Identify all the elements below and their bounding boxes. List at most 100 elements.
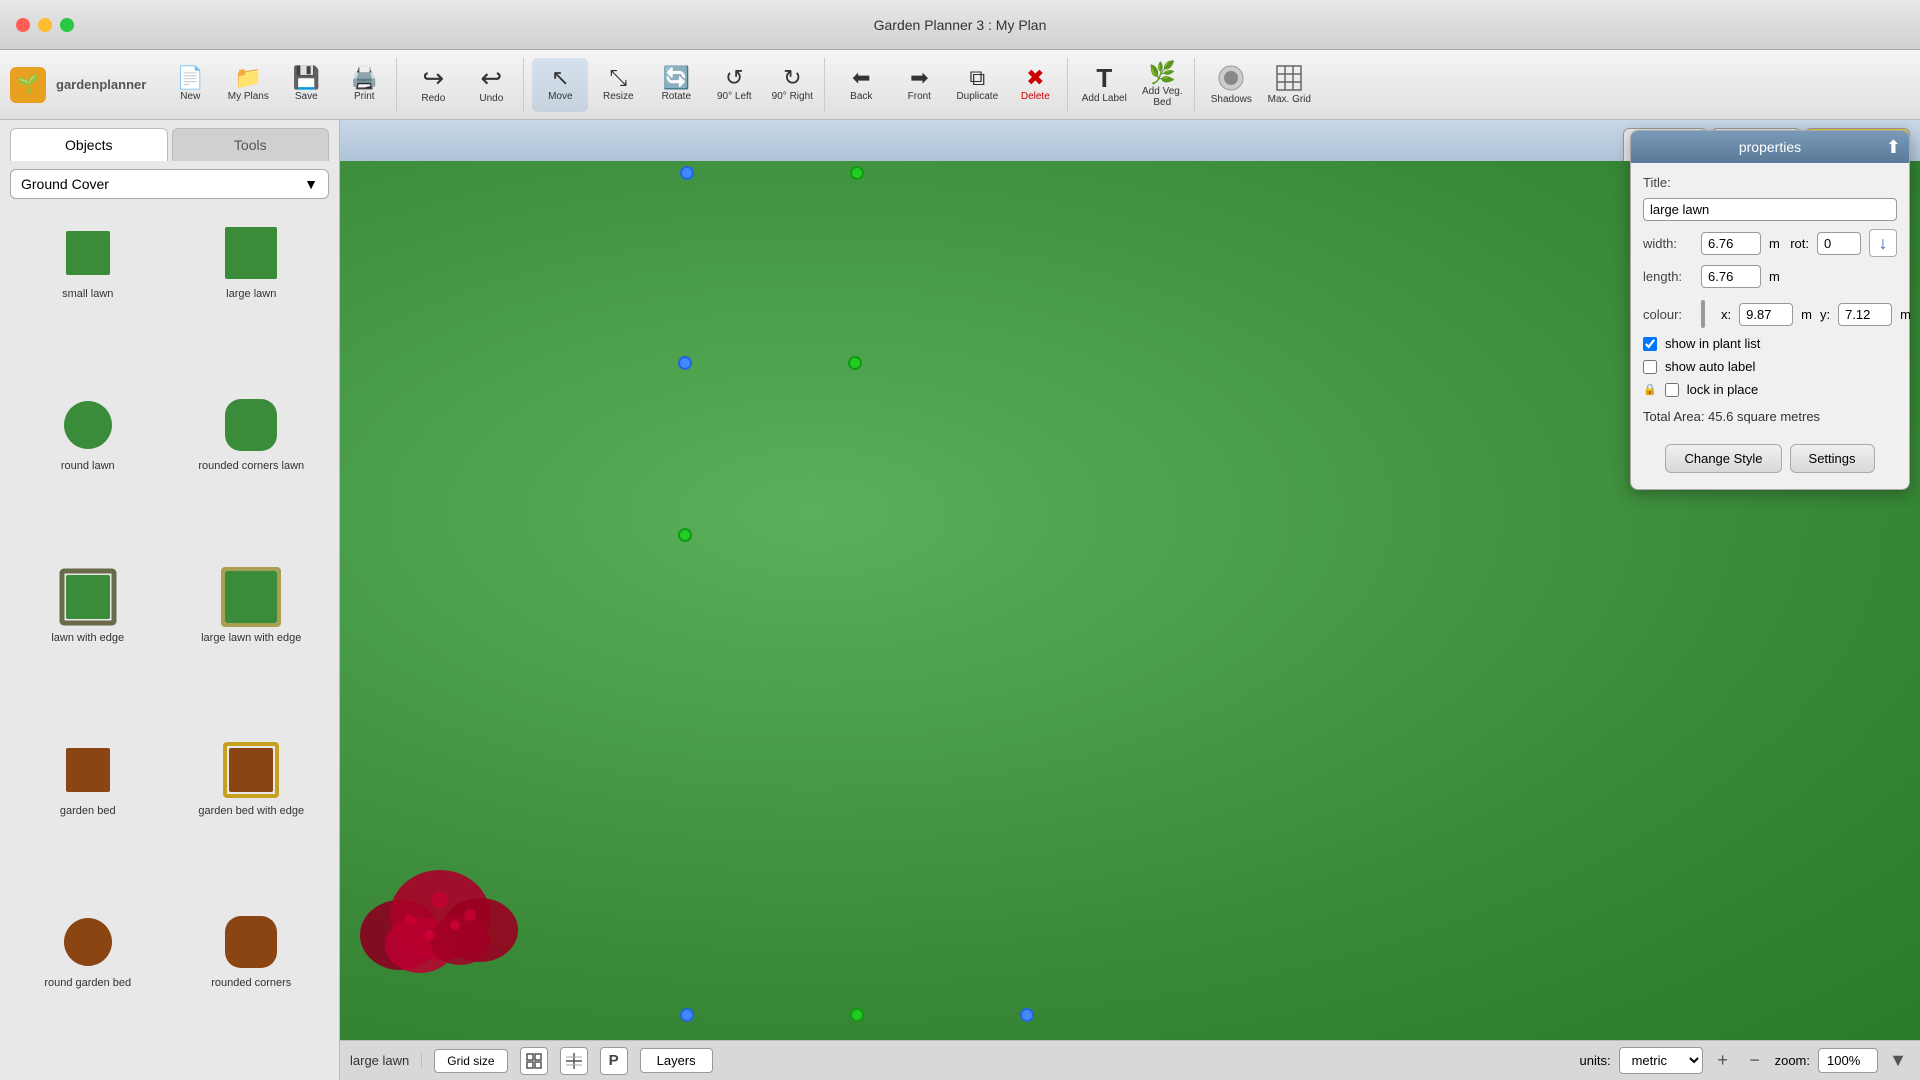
- tab-objects[interactable]: Objects: [10, 128, 168, 161]
- window-title: Garden Planner 3 : My Plan: [874, 17, 1047, 33]
- control-point-bottom-center[interactable]: [680, 1008, 694, 1022]
- list-item[interactable]: large lawn: [172, 215, 332, 383]
- maximize-button[interactable]: [60, 18, 74, 32]
- add-group: T Add Label 🌿 Add Veg. Bed: [1072, 58, 1195, 112]
- grid-size-button[interactable]: Grid size: [434, 1049, 507, 1073]
- list-item[interactable]: rounded corners lawn: [172, 387, 332, 555]
- title-input[interactable]: [1643, 198, 1897, 221]
- rounded-corners-lawn-thumb: [221, 395, 281, 455]
- control-point-bottom-middle[interactable]: [850, 1008, 864, 1022]
- settings-button[interactable]: Settings: [1790, 444, 1875, 473]
- list-item[interactable]: garden bed with edge: [172, 732, 332, 900]
- add-veg-bed-button[interactable]: 🌿 Add Veg. Bed: [1134, 58, 1190, 112]
- lock-in-place-checkbox[interactable]: [1665, 383, 1679, 397]
- max-grid-icon: [1275, 64, 1303, 92]
- round-lawn-thumb: [58, 395, 118, 455]
- object-grid: small lawn large lawn round lawn: [0, 207, 339, 1080]
- zoom-out-button[interactable]: −: [1743, 1049, 1767, 1073]
- myplans-icon: 📁: [235, 67, 262, 89]
- garden-bed-thumb: [58, 740, 118, 800]
- delete-button[interactable]: ✖ Delete: [1007, 58, 1063, 112]
- tab-tools[interactable]: Tools: [172, 128, 330, 161]
- rotation-input[interactable]: [1817, 232, 1861, 255]
- units-select[interactable]: metric imperial: [1619, 1047, 1703, 1074]
- rotate-button[interactable]: 🔄 Rotate: [648, 58, 704, 112]
- list-item[interactable]: large lawn with edge: [172, 559, 332, 727]
- colour-swatch[interactable]: [1701, 300, 1705, 328]
- total-area: Total Area: 45.6 square metres: [1643, 405, 1897, 428]
- undo-button[interactable]: ↩ Undo: [463, 58, 519, 112]
- list-item[interactable]: lawn with edge: [8, 559, 168, 727]
- add-label-button[interactable]: T Add Label: [1076, 58, 1132, 112]
- category-dropdown[interactable]: Ground Cover ▼: [10, 169, 329, 199]
- save-icon: 💾: [293, 67, 320, 89]
- show-auto-label-checkbox[interactable]: [1643, 360, 1657, 374]
- file-toolbar-group: 📄 New 📁 My Plans 💾 Save 🖨️ Print: [158, 58, 397, 112]
- x-input[interactable]: [1739, 303, 1793, 326]
- bottom-bar: large lawn Grid size P Layers: [340, 1040, 1920, 1080]
- show-plant-list-checkbox[interactable]: [1643, 337, 1657, 351]
- control-point-bottom-right[interactable]: [1020, 1008, 1034, 1022]
- layers-button[interactable]: Layers: [640, 1048, 713, 1073]
- props-collapse-button[interactable]: ⬆: [1886, 137, 1901, 158]
- list-item[interactable]: round garden bed: [8, 904, 168, 1072]
- width-input[interactable]: [1701, 232, 1761, 255]
- bottom-right-controls: units: metric imperial + − zoom: 100% ▼: [1580, 1047, 1910, 1074]
- list-item[interactable]: rounded corners: [172, 904, 332, 1072]
- pin-button[interactable]: P: [600, 1047, 628, 1075]
- shadows-button[interactable]: Shadows: [1203, 58, 1259, 112]
- control-point-top-center[interactable]: [680, 166, 694, 180]
- list-item[interactable]: small lawn: [8, 215, 168, 383]
- panel-tabs: Objects Tools: [0, 120, 339, 161]
- myplans-button[interactable]: 📁 My Plans: [220, 58, 276, 112]
- 90right-icon: ↻: [783, 67, 801, 89]
- resize-button[interactable]: ⤡ Resize: [590, 58, 646, 112]
- back-button[interactable]: ⬅ Back: [833, 58, 889, 112]
- control-point-mid-mid[interactable]: [848, 356, 862, 370]
- y-input[interactable]: [1838, 303, 1892, 326]
- redo-button[interactable]: ↪ Redo: [405, 58, 461, 112]
- control-point-mid-right[interactable]: [678, 528, 692, 542]
- colour-row: colour: x: m y: m: [1643, 300, 1897, 328]
- app-logo: 🌱: [10, 67, 46, 103]
- units-label: units:: [1580, 1053, 1611, 1068]
- move-button[interactable]: ↖ Move: [532, 58, 588, 112]
- change-style-button[interactable]: Change Style: [1665, 444, 1781, 473]
- front-icon: ➡: [910, 67, 928, 89]
- round-garden-bed-thumb: [58, 912, 118, 972]
- max-grid-button[interactable]: Max. Grid: [1261, 58, 1317, 112]
- list-item[interactable]: garden bed: [8, 732, 168, 900]
- control-point-mid-left[interactable]: [678, 356, 692, 370]
- duplicate-button[interactable]: ⧉ Duplicate: [949, 58, 1005, 112]
- right-area: design preview notebook: [340, 120, 1920, 1080]
- 90right-button[interactable]: ↻ 90° Right: [764, 58, 820, 112]
- lock-icon: 🔒: [1643, 383, 1657, 396]
- rotate-icon: 🔄: [663, 67, 690, 89]
- shadows-icon: [1217, 64, 1245, 92]
- print-button[interactable]: 🖨️ Print: [336, 58, 392, 112]
- zoom-expand-button[interactable]: ▼: [1886, 1049, 1910, 1073]
- window-controls: [16, 18, 74, 32]
- length-input[interactable]: [1701, 265, 1761, 288]
- minimize-button[interactable]: [38, 18, 52, 32]
- rounded-corners-bed-thumb: [221, 912, 281, 972]
- properties-panel: properties ⬆ Title: width: m rot:: [1630, 130, 1910, 490]
- grid-view-button[interactable]: [520, 1047, 548, 1075]
- transform-group: ↖ Move ⤡ Resize 🔄 Rotate ↺ 90° Left ↻ 90…: [528, 58, 825, 112]
- close-button[interactable]: [16, 18, 30, 32]
- add-veg-bed-icon: 🌿: [1149, 62, 1176, 84]
- back-icon: ⬅: [852, 67, 870, 89]
- front-button[interactable]: ➡ Front: [891, 58, 947, 112]
- dropdown-arrow-icon: ▼: [304, 176, 318, 192]
- garden-bush: [360, 845, 520, 990]
- save-button[interactable]: 💾 Save: [278, 58, 334, 112]
- 90left-button[interactable]: ↺ 90° Left: [706, 58, 762, 112]
- zoom-in-button[interactable]: +: [1711, 1049, 1735, 1073]
- title-bar: Garden Planner 3 : My Plan: [0, 0, 1920, 50]
- rotation-widget[interactable]: ↓: [1869, 229, 1897, 257]
- new-button[interactable]: 📄 New: [162, 58, 218, 112]
- show-plant-list-row: show in plant list: [1643, 336, 1897, 351]
- list-item[interactable]: round lawn: [8, 387, 168, 555]
- control-point-top-right[interactable]: [850, 166, 864, 180]
- grid-dots-button[interactable]: [560, 1047, 588, 1075]
